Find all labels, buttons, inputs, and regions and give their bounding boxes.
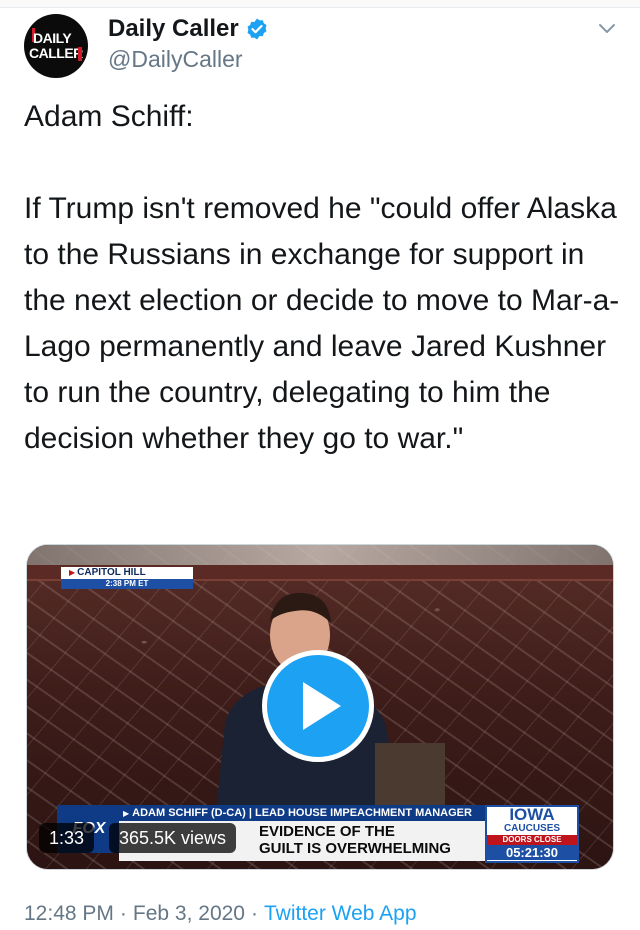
- iowa-doors-close: DOORS CLOSE: [487, 835, 577, 845]
- author-handle[interactable]: @DailyCaller: [108, 46, 269, 73]
- video-frame-ceiling: [27, 545, 613, 565]
- iowa-clock: 05:21:30: [487, 845, 577, 860]
- play-icon: [303, 682, 341, 730]
- play-button[interactable]: [262, 650, 374, 762]
- banner-arrow-icon: ▶: [123, 809, 130, 818]
- author-display-name[interactable]: Daily Caller: [108, 15, 239, 43]
- chevron-down-icon[interactable]: [596, 18, 618, 40]
- author-names: Daily Caller @DailyCaller: [108, 14, 269, 73]
- location-text: CAPITOL HILL: [77, 567, 146, 578]
- avatar-logo-bar: [78, 47, 82, 61]
- avatar[interactable]: DAILY CALLER: [24, 14, 88, 78]
- tweet-source-link[interactable]: Twitter Web App: [264, 902, 417, 925]
- tweet-meta: 12:48 PM · Feb 3, 2020 · Twitter Web App: [24, 902, 417, 926]
- tweet-text: Adam Schiff: If Trump isn't removed he "…: [24, 100, 620, 455]
- video-views-badge: 365.5K views: [109, 823, 237, 853]
- chyron-banner: ▶ ADAM SCHIFF (D-CA) | LEAD HOUSE IMPEACH…: [119, 805, 485, 821]
- avatar-logo-line1: DAILY: [33, 30, 72, 46]
- video-player[interactable]: ▶CAPITOL HILL 2:38 PM ET FOX ▶ADAM SCHIF…: [26, 544, 614, 870]
- verified-badge-icon: [247, 18, 267, 40]
- video-duration-badge: 1:33: [39, 823, 95, 853]
- meta-separator: ·: [250, 902, 258, 925]
- meta-separator: ·: [119, 902, 127, 925]
- chyron-headline-line2: GUILT IS OVERWHELMING: [259, 840, 451, 857]
- chyron-banner-text: ADAM SCHIFF (D-CA) | LEAD HOUSE IMPEACHM…: [132, 807, 472, 819]
- chyron-headline-line1: EVIDENCE OF THE: [259, 823, 395, 840]
- tweet-time[interactable]: 12:48 PM: [24, 902, 114, 925]
- iowa-title: IOWA: [509, 805, 555, 824]
- avatar-logo-line2: CALLER: [29, 45, 83, 61]
- top-divider: [0, 0, 640, 8]
- tweet-date[interactable]: Feb 3, 2020: [133, 902, 245, 925]
- location-arrow-icon: ▶: [69, 568, 76, 577]
- tweet-header: DAILY CALLER Daily Caller @DailyCaller: [24, 14, 624, 78]
- display-name-row: Daily Caller: [108, 14, 269, 44]
- iowa-subtitle: CAUCUSES: [503, 823, 561, 834]
- location-bug: ▶ CAPITOL HILL 2:38 PM ET: [61, 567, 193, 589]
- iowa-caucus-box: IOWA CAUCUSES DOORS CLOSE 05:21:30: [485, 805, 579, 863]
- location-time: 2:38 PM ET: [61, 579, 193, 589]
